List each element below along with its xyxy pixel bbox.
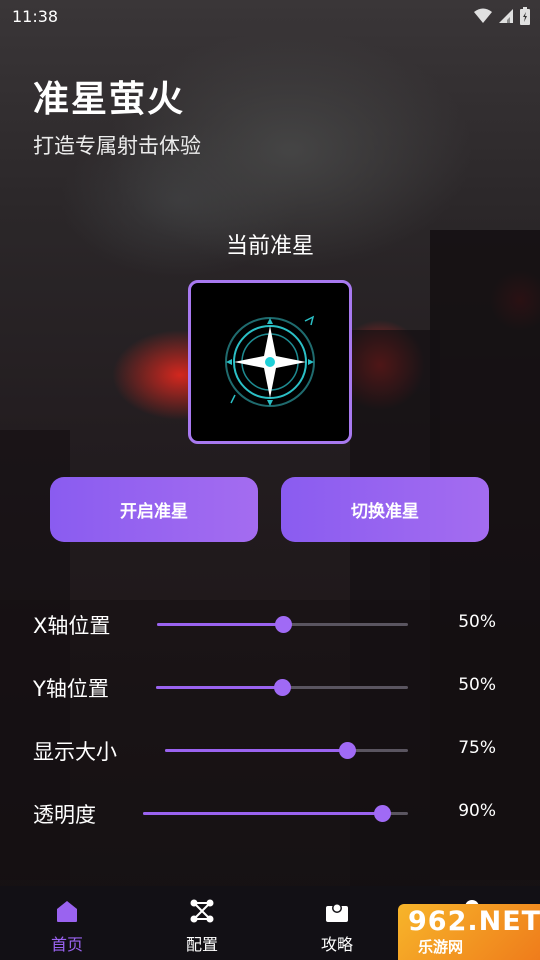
slider-fill bbox=[157, 623, 283, 626]
slider-fill bbox=[156, 686, 282, 689]
status-icons bbox=[474, 7, 530, 25]
battery-icon bbox=[520, 7, 530, 25]
switch-crosshair-button[interactable]: 切换准星 bbox=[281, 477, 489, 542]
slider-thumb[interactable] bbox=[274, 616, 292, 633]
watermark-logo: 962.NET 乐游网 bbox=[398, 904, 540, 960]
app-title: 准星萤火 bbox=[33, 79, 186, 120]
nav-item-config[interactable]: 配置 bbox=[167, 886, 237, 960]
nav-label: 攻略 bbox=[320, 935, 353, 954]
enable-crosshair-button[interactable]: 开启准星 bbox=[50, 477, 258, 542]
config-icon bbox=[190, 899, 214, 923]
x-position-slider[interactable] bbox=[157, 616, 408, 633]
nav-item-guide[interactable]: 攻略 bbox=[302, 886, 372, 960]
slider-label: X轴位置 bbox=[33, 614, 111, 638]
home-icon bbox=[57, 901, 77, 922]
status-bar: 11:38 bbox=[0, 0, 540, 34]
nav-item-home[interactable]: 首页 bbox=[32, 886, 102, 960]
crosshair-preview[interactable] bbox=[188, 280, 352, 444]
watermark-text: 乐游网 bbox=[418, 938, 464, 956]
slider-value: 50% bbox=[458, 612, 496, 632]
slider-thumb[interactable] bbox=[373, 805, 391, 822]
crosshair-icon bbox=[225, 315, 315, 407]
guide-icon bbox=[326, 903, 348, 922]
nav-label: 首页 bbox=[50, 935, 83, 954]
status-time: 11:38 bbox=[12, 7, 59, 26]
slider-row-x: X轴位置 50% bbox=[0, 604, 540, 644]
slider-value: 90% bbox=[458, 801, 496, 821]
slider-thumb[interactable] bbox=[274, 679, 291, 696]
app-subtitle: 打造专属射击体验 bbox=[33, 134, 201, 158]
slider-label: 透明度 bbox=[33, 803, 96, 827]
slider-label: 显示大小 bbox=[33, 740, 117, 764]
slider-label: Y轴位置 bbox=[33, 677, 109, 701]
slider-row-size: 显示大小 75% bbox=[0, 730, 540, 770]
watermark-number: 962.NET bbox=[408, 906, 540, 937]
slider-value: 75% bbox=[458, 738, 496, 758]
slider-value: 50% bbox=[458, 675, 496, 695]
nav-label: 配置 bbox=[185, 935, 218, 954]
slider-row-opacity: 透明度 90% bbox=[0, 793, 540, 833]
signal-icon bbox=[499, 9, 513, 23]
size-slider[interactable] bbox=[165, 742, 408, 759]
y-position-slider[interactable] bbox=[156, 679, 408, 696]
slider-row-y: Y轴位置 50% bbox=[0, 667, 540, 707]
slider-fill bbox=[143, 812, 382, 815]
opacity-slider[interactable] bbox=[143, 805, 408, 822]
slider-fill bbox=[165, 749, 348, 752]
current-crosshair-label: 当前准星 bbox=[225, 234, 314, 259]
wifi-icon bbox=[474, 8, 492, 23]
slider-thumb[interactable] bbox=[339, 742, 357, 759]
